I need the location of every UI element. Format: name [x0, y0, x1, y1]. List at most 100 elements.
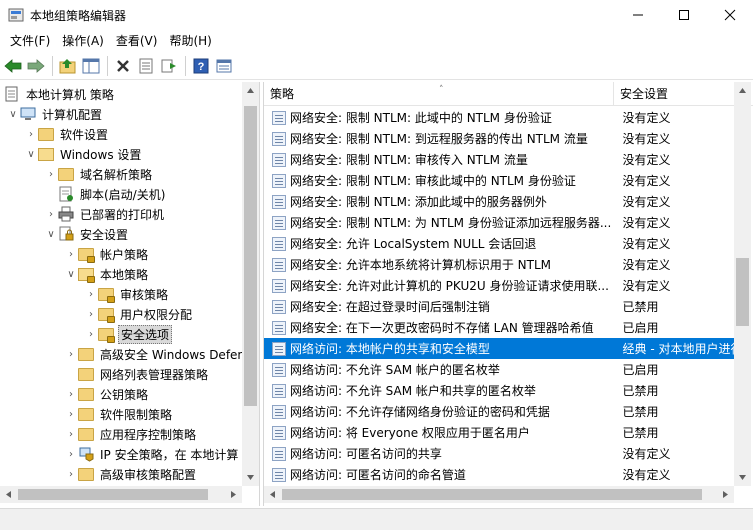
chevron-right-icon[interactable]: › — [64, 424, 78, 444]
chevron-right-icon[interactable]: › — [84, 324, 98, 344]
menu-help[interactable]: 帮助(H) — [163, 30, 217, 52]
security-setting-value: 没有定义 — [622, 258, 671, 272]
chevron-right-icon[interactable]: › — [84, 284, 98, 304]
tree-item-label: 高级审核策略配置 — [100, 467, 197, 482]
policy-row[interactable]: 网络访问: 不允许存储网络身份验证的密码和凭据 已禁用 — [264, 401, 734, 422]
window-title: 本地组策略编辑器 — [30, 8, 127, 23]
tree-item-deployed-printers[interactable]: › 已部署的打印机 — [44, 204, 166, 224]
help-button[interactable]: ? — [190, 55, 212, 77]
menu-view[interactable]: 查看(V) — [110, 30, 164, 52]
tree-item-advanced-audit[interactable]: › 高级审核策略配置 — [64, 464, 198, 484]
chevron-down-icon[interactable]: ∨ — [64, 264, 78, 284]
export-list-button[interactable] — [158, 55, 180, 77]
back-button[interactable] — [2, 55, 24, 77]
chevron-right-icon[interactable]: › — [64, 464, 78, 484]
tree-item-scripts[interactable]: 脚本(启动/关机) — [44, 184, 167, 204]
tree-item-public-key-policies[interactable]: › 公钥策略 — [64, 384, 150, 404]
tree-item-user-rights-assignment[interactable]: › 用户权限分配 — [84, 304, 194, 324]
list-vertical-scrollbar[interactable] — [734, 82, 751, 486]
policy-row[interactable]: 网络安全: 限制 NTLM: 到远程服务器的传出 NTLM 流量 没有定义 — [264, 128, 734, 149]
policy-row[interactable]: 网络访问: 将 Everyone 权限应用于匿名用户 已禁用 — [264, 422, 734, 443]
chevron-right-icon[interactable]: › — [64, 444, 78, 464]
tree-item-app-control-policies[interactable]: › 应用程序控制策略 — [64, 424, 198, 444]
tree-item-account-policies[interactable]: › 帐户策略 — [64, 244, 150, 264]
tree-item-windows-settings[interactable]: ∨ Windows 设置 — [24, 144, 143, 164]
policy-row[interactable]: 网络安全: 限制 NTLM: 添加此域中的服务器例外 没有定义 — [264, 191, 734, 212]
menu-action[interactable]: 操作(A) — [56, 30, 110, 52]
policy-row[interactable]: 网络安全: 允许 LocalSystem NULL 会话回退 没有定义 — [264, 233, 734, 254]
tree-item-label: 软件设置 — [60, 127, 109, 142]
security-setting-value: 已禁用 — [622, 384, 659, 398]
column-header-security-setting[interactable]: 安全设置 — [614, 82, 753, 106]
policy-name: 网络安全: 允许对此计算机的 PKU2U 身份验证请求使用联... — [290, 279, 609, 293]
tree-item-local-policies[interactable]: ∨ 本地策略 — [64, 264, 150, 284]
tree-item-software-settings[interactable]: › 软件设置 — [24, 124, 110, 144]
policy-row[interactable]: 网络安全: 限制 NTLM: 为 NTLM 身份验证添加远程服务器... 没有定义 — [264, 212, 734, 233]
chevron-right-icon[interactable]: › — [64, 404, 78, 424]
properties-button[interactable] — [135, 55, 157, 77]
chevron-right-icon[interactable]: › — [64, 384, 78, 404]
chevron-right-icon[interactable]: › — [64, 244, 78, 264]
scrollbar-thumb[interactable] — [18, 489, 208, 500]
policy-row[interactable]: 网络安全: 限制 NTLM: 此域中的 NTLM 身份验证 没有定义 — [264, 107, 734, 128]
show-hide-tree-icon — [82, 58, 100, 73]
list-horizontal-scrollbar[interactable] — [264, 486, 734, 503]
chevron-down-icon[interactable]: ∨ — [44, 224, 58, 244]
column-header-policy[interactable]: ˄ 策略 — [264, 82, 614, 106]
tree-item-label: 安全选项 — [118, 324, 173, 344]
policy-row[interactable]: 网络安全: 允许对此计算机的 PKU2U 身份验证请求使用联... 没有定义 — [264, 275, 734, 296]
chevron-right-icon[interactable]: › — [24, 124, 38, 144]
forward-button[interactable] — [25, 55, 47, 77]
locked-folder-open-icon — [78, 266, 95, 283]
policy-row[interactable]: 网络安全: 允许本地系统将计算机标识用于 NTLM 没有定义 — [264, 254, 734, 275]
minimize-button[interactable] — [615, 0, 661, 30]
policy-setting-icon — [272, 152, 286, 167]
tree-item-security-options[interactable]: › 安全选项 — [84, 324, 173, 344]
tree-item-label: 公钥策略 — [100, 387, 149, 402]
policy-row[interactable]: 网络安全: 限制 NTLM: 审核此域中的 NTLM 身份验证 没有定义 — [264, 170, 734, 191]
policy-setting-icon — [272, 194, 286, 209]
view-button[interactable] — [213, 55, 235, 77]
policy-row[interactable]: 网络安全: 在超过登录时间后强制注销 已禁用 — [264, 296, 734, 317]
policy-row[interactable]: 网络访问: 不允许 SAM 帐户和共享的匿名枚举 已禁用 — [264, 380, 734, 401]
scrollbar-thumb[interactable] — [244, 106, 257, 406]
close-button[interactable] — [707, 0, 753, 30]
tree-item-name-resolution-policy[interactable]: › 域名解析策略 — [44, 164, 154, 184]
tree-vertical-scrollbar[interactable] — [242, 82, 259, 486]
chevron-right-icon[interactable]: › — [84, 304, 98, 324]
tree-item-computer-config[interactable]: ∨ 计算机配置 — [6, 104, 104, 124]
menu-file[interactable]: 文件(F) — [4, 30, 56, 52]
chevron-right-icon[interactable]: › — [64, 344, 78, 364]
maximize-button[interactable] — [661, 0, 707, 30]
tree-item-ip-security[interactable]: › IP 安全策略，在 本地计算 — [64, 444, 240, 464]
show-hide-tree-button[interactable] — [80, 55, 102, 77]
policy-row[interactable]: 网络访问: 不允许 SAM 帐户的匿名枚举 已启用 — [264, 359, 734, 380]
chevron-down-icon[interactable]: ∨ — [6, 104, 20, 124]
tree-item-windows-defender-firewall[interactable]: › 高级安全 Windows Defen — [64, 344, 247, 364]
up-one-level-button[interactable] — [57, 55, 79, 77]
chevron-right-icon[interactable]: › — [44, 164, 58, 184]
svg-text:?: ? — [198, 61, 205, 73]
policy-name: 网络访问: 可匿名访问的命名管道 — [290, 468, 466, 482]
policy-row[interactable]: 网络访问: 可匿名访问的共享 没有定义 — [264, 443, 734, 464]
chevron-right-icon[interactable]: › — [44, 204, 58, 224]
policy-row[interactable]: 网络访问: 本地帐户的共享和安全模型 经典 - 对本地用户进行 — [264, 338, 734, 359]
tree-item-label: Windows 设置 — [60, 147, 142, 162]
tree-item-local-computer-policy[interactable]: 本地计算机 策略 — [4, 84, 116, 104]
scrollbar-thumb[interactable] — [736, 258, 749, 326]
tree-item-network-list-manager[interactable]: 网络列表管理器策略 — [64, 364, 210, 384]
minimize-icon — [633, 14, 643, 16]
tree-item-software-restriction[interactable]: › 软件限制策略 — [64, 404, 174, 424]
policy-row[interactable]: 网络安全: 限制 NTLM: 审核传入 NTLM 流量 没有定义 — [264, 149, 734, 170]
delete-button[interactable] — [112, 55, 134, 77]
tree-item-audit-policy[interactable]: › 审核策略 — [84, 284, 170, 304]
policy-row[interactable]: 网络访问: 可匿名访问的命名管道 没有定义 — [264, 464, 734, 485]
tree-horizontal-scrollbar[interactable] — [0, 486, 242, 503]
tree-item-security-settings[interactable]: ∨ 安全设置 — [44, 224, 130, 244]
security-setting-value: 没有定义 — [622, 279, 671, 293]
policy-row[interactable]: 网络安全: 在下一次更改密码时不存储 LAN 管理器哈希值 已启用 — [264, 317, 734, 338]
tree-item-label: 已部署的打印机 — [80, 207, 165, 222]
folder-icon — [78, 466, 94, 482]
chevron-down-icon[interactable]: ∨ — [24, 144, 38, 164]
scrollbar-thumb[interactable] — [282, 489, 702, 500]
